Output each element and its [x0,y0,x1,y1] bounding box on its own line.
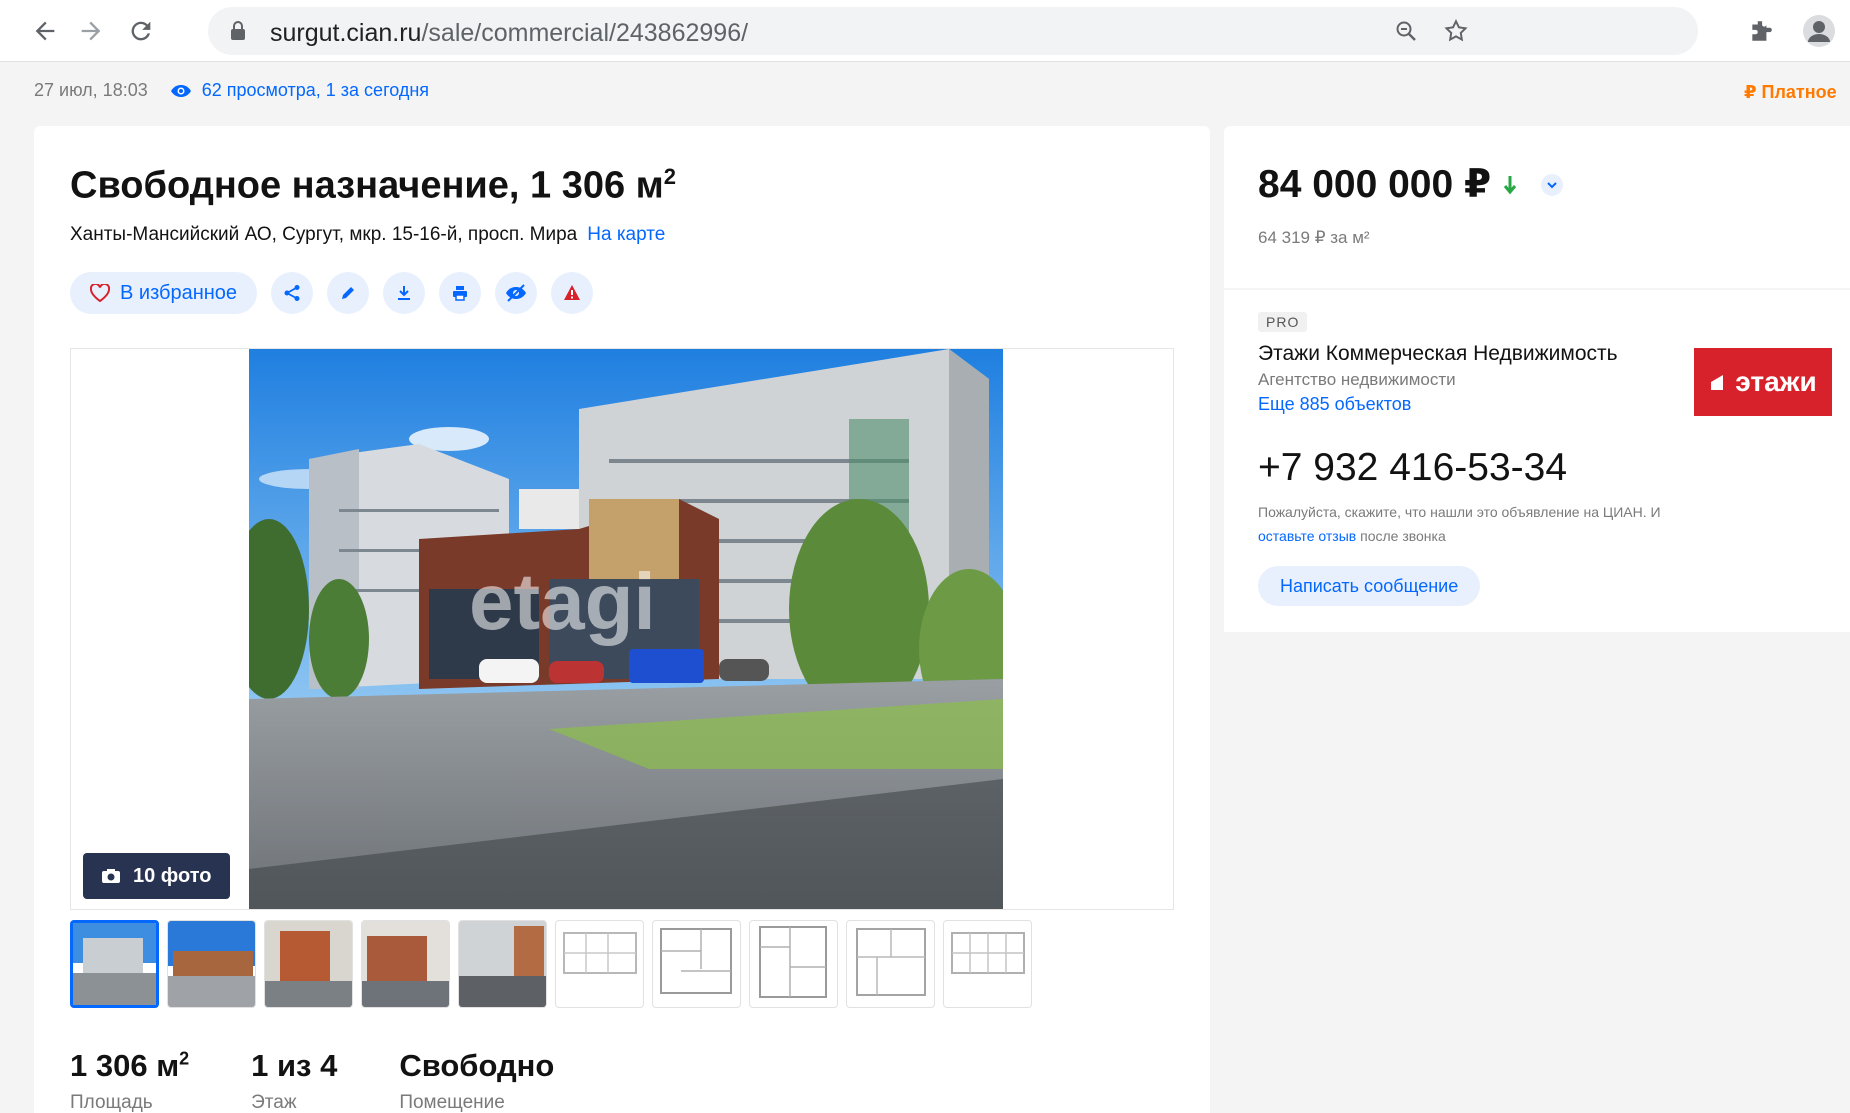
review-link[interactable]: оставьте отзыв [1258,528,1356,544]
favorite-label: В избранное [120,281,238,304]
agent-name[interactable]: Этажи Коммерческая Недвижимость [1258,342,1618,366]
thumbnail-floorplan-4[interactable] [846,920,935,1008]
price-per-m2: 64 319 ₽ за м² [1258,228,1370,247]
price-history-button[interactable] [1541,173,1564,196]
complain-button[interactable] [551,272,594,314]
thumbnail-floorplan-1[interactable] [555,920,644,1008]
thumbnail-strip [70,920,1032,1008]
watermark-text: etagi [469,557,656,646]
reload-icon[interactable] [122,12,160,50]
thumbnail-floorplan-5[interactable] [943,920,1032,1008]
paid-badge[interactable]: ₽ Платное [1744,82,1837,103]
thumbnail-floorplan-3[interactable] [749,920,838,1008]
photo-count-button[interactable]: 10 фото [83,853,230,899]
action-bar: В избранное [70,272,594,314]
printer-icon [453,286,468,301]
fact-premises-value: Свободно [399,1048,555,1083]
fact-premises: Свободно Помещение [399,1048,554,1113]
forward-icon[interactable] [72,12,110,50]
browser-toolbar: surgut.cian.ru/sale/commercial/243862996… [0,0,1850,62]
url-text: surgut.cian.ru/sale/commercial/243862996… [270,19,748,48]
title-sup: 2 [663,164,677,189]
agent-type: Агентство недвижимости [1258,370,1456,389]
price-down-arrow-icon [1504,175,1517,194]
address: Ханты-Мансийский АО, Сургут, мкр. 15-16-… [70,224,665,246]
zoom-icon[interactable] [1392,17,1420,45]
heart-icon [90,284,110,302]
fact-floor-label: Этаж [251,1092,297,1113]
photo-gallery[interactable]: etagi 10 фото [70,348,1174,910]
extensions-icon[interactable] [1742,12,1780,50]
chevron-down-icon [1547,181,1557,188]
share-button[interactable] [271,272,314,314]
fact-premises-label: Помещение [399,1092,505,1113]
print-button[interactable] [439,272,482,314]
bookmark-star-icon[interactable] [1442,17,1470,45]
phone-number[interactable]: +7 932 416-53-34 [1258,446,1567,490]
note-button[interactable] [327,272,370,314]
fact-area-value: 1 306 м2 [70,1048,189,1084]
map-link[interactable]: На карте [587,224,665,245]
phone-note-text-1: Пожалуйста, скажите, что нашли это объяв… [1258,504,1661,520]
agent-card: PRO Этажи Коммерческая Недвижимость Аген… [1224,290,1850,632]
warning-icon [564,285,581,300]
thumbnail-4[interactable] [361,920,450,1008]
thumbnail-floorplan-2[interactable] [652,920,741,1008]
hidden-eye-icon [506,284,527,302]
agent-more-objects-link[interactable]: Еще 885 объектов [1258,394,1411,415]
favorite-button[interactable]: В избранное [70,272,258,314]
agent-logo-text: этажи [1735,366,1817,397]
price-amount: 84 000 000 ₽ [1258,163,1492,206]
address-text: Ханты-Мансийский АО, Сургут, мкр. 15-16-… [70,224,578,245]
phone-note-text-2: после звонка [1356,528,1446,544]
pro-badge: PRO [1258,312,1308,332]
download-button[interactable] [383,272,426,314]
fact-area: 1 306 м2 Площадь [70,1048,189,1113]
eye-icon [170,84,191,97]
views-link[interactable]: 62 просмотра, 1 за сегодня [170,80,429,101]
thumbnail-2[interactable] [167,920,256,1008]
hide-button[interactable] [495,272,538,314]
download-icon [398,286,411,300]
main-photo[interactable]: etagi [249,349,1003,909]
agent-logo[interactable]: этажи [1694,348,1832,416]
listing-card: Свободное назначение, 1 306 м2 Ханты-Ман… [34,126,1210,1113]
share-icon [284,285,300,301]
phone-note: Пожалуйста, скажите, что нашли это объяв… [1258,500,1678,548]
price-card: 84 000 000 ₽ 64 319 ₽ за м² [1224,126,1850,288]
lock-icon [230,21,246,46]
fact-floor: 1 из 4 Этаж [251,1048,337,1113]
url-domain: surgut.cian.ru [270,19,422,47]
address-bar[interactable]: surgut.cian.ru/sale/commercial/243862996… [208,7,1698,55]
house-icon [1711,375,1724,390]
thumbnail-5[interactable] [458,920,547,1008]
back-icon[interactable] [26,12,64,50]
url-path: /sale/commercial/243862996/ [421,19,749,47]
fact-area-sup: 2 [179,1048,190,1069]
listing-meta: 27 июл, 18:03 62 просмотра, 1 за сегодня [34,80,429,101]
fact-floor-value: 1 из 4 [251,1048,338,1083]
title-text: Свободное назначение, 1 306 м [70,164,664,207]
fact-area-label: Площадь [70,1092,153,1113]
price: 84 000 000 ₽ [1258,162,1564,207]
page-title: Свободное назначение, 1 306 м2 [70,164,676,208]
camera-icon [102,869,120,883]
views-count: 62 просмотра, 1 за сегодня [201,80,430,100]
thumbnail-3[interactable] [264,920,353,1008]
fact-area-number: 1 306 м [70,1048,180,1083]
thumbnail-1[interactable] [70,920,159,1008]
photo-count: 10 фото [133,864,212,887]
pencil-icon [342,287,355,299]
send-message-button[interactable]: Написать сообщение [1258,566,1481,606]
publish-date: 27 июл, 18:03 [34,80,148,100]
key-facts: 1 306 м2 Площадь 1 из 4 Этаж Свободно По… [70,1048,616,1113]
profile-icon[interactable] [1800,12,1838,50]
